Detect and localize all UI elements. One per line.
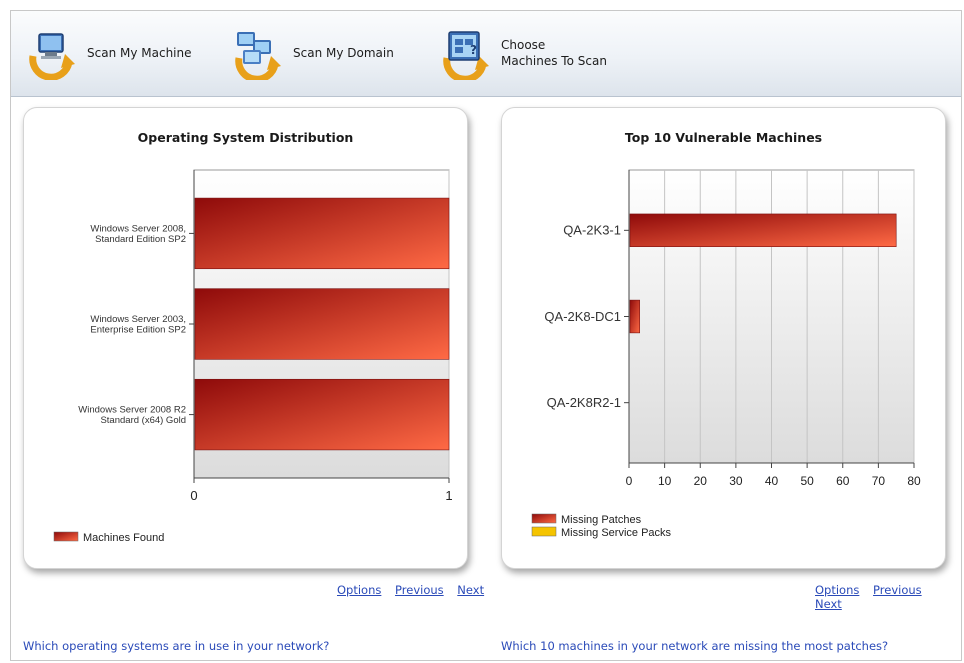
toolbar: Scan My Machine Scan My Domain ? Choose … (11, 11, 961, 97)
svg-text:?: ? (470, 43, 477, 57)
category-label: QA-2K8-DC1 (544, 309, 621, 324)
next-link[interactable]: Next (815, 597, 842, 611)
category-label: Enterprise Edition SP2 (90, 324, 186, 335)
options-link[interactable]: Options (815, 583, 859, 597)
legend-swatch (531, 513, 557, 524)
scan-my-domain-label: Scan My Domain (293, 46, 394, 60)
choose-machines-button[interactable]: ? Choose Machines To Scan (439, 23, 621, 83)
legend-label: Missing Patches (561, 514, 642, 526)
x-tick-label: 1 (445, 488, 452, 503)
previous-link[interactable]: Previous (873, 583, 922, 597)
legend-label: Missing Service Packs (561, 527, 672, 539)
os-distribution-chart: 0 1 Windows Server 2008,Standard Edition S… (53, 169, 453, 544)
right-question-link[interactable]: Which 10 machines in your network are mi… (501, 639, 888, 653)
bar (629, 213, 897, 247)
bar (194, 197, 450, 270)
category-label: Windows Server 2003, (90, 314, 186, 325)
x-tick-label: 20 (694, 474, 708, 488)
x-tick-label: 40 (765, 474, 779, 488)
choose-machines-label: Choose Machines To Scan (501, 37, 621, 69)
category-label: Windows Server 2008, (90, 223, 186, 234)
computer-scan-icon (25, 26, 79, 81)
next-link[interactable]: Next (457, 583, 484, 597)
category-label: Windows Server 2008 R2 (78, 405, 186, 416)
bar (194, 378, 450, 451)
bar (629, 299, 640, 334)
choose-machines-icon: ? (439, 26, 493, 83)
right-panel-links: Options Previous Next (805, 583, 961, 611)
category-label: QA-2K3-1 (563, 223, 621, 238)
x-tick-label: 0 (626, 474, 633, 488)
category-label: Standard Edition SP2 (95, 234, 186, 245)
os-distribution-panel: Operating System Distribution 0 1 Windows … (23, 107, 468, 569)
legend-swatch (53, 531, 79, 542)
x-tick-label: 30 (729, 474, 743, 488)
legend-swatch (531, 526, 557, 537)
left-panel-links: Options Previous Next (327, 583, 484, 597)
x-tick-label: 70 (872, 474, 886, 488)
category-label: QA-2K8R2-1 (547, 395, 621, 410)
choose-machines-label-line2: Machines To Scan (501, 54, 607, 68)
x-tick-label: 80 (907, 474, 921, 488)
x-tick-label: 60 (836, 474, 850, 488)
scan-my-domain-button[interactable]: Scan My Domain (231, 23, 413, 83)
x-tick-label: 0 (190, 488, 197, 503)
x-tick-label: 10 (658, 474, 672, 488)
options-link[interactable]: Options (337, 583, 381, 597)
bar (194, 288, 450, 360)
vulnerable-machines-panel: Top 10 Vulnerable Machines 0 10 20 30 40 50 60… (501, 107, 946, 569)
category-label: Standard (x64) Gold (100, 415, 186, 426)
previous-link[interactable]: Previous (395, 583, 444, 597)
choose-machines-label-line1: Choose (501, 38, 546, 52)
x-tick-label: 50 (800, 474, 814, 488)
dashboard-frame: Scan My Machine Scan My Domain ? Choose … (10, 10, 962, 661)
left-question-link[interactable]: Which operating systems are in use in yo… (23, 639, 329, 653)
scan-my-machine-button[interactable]: Scan My Machine (25, 23, 207, 83)
legend-label: Machines Found (83, 532, 164, 544)
scan-my-machine-label: Scan My Machine (87, 46, 192, 60)
vulnerable-machines-chart: 0 10 20 30 40 50 60 70 80 QA-2K3-1 QA-2K8-DC1 QA-2K… (531, 169, 921, 539)
network-scan-icon (231, 26, 285, 83)
